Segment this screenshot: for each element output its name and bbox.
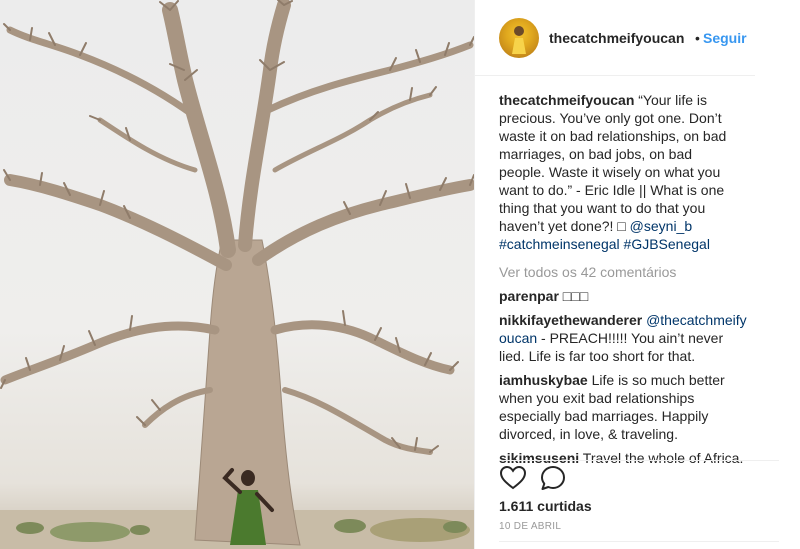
likes-count[interactable]: 1.611 curtidas bbox=[499, 498, 592, 514]
comment-text: when you exit bad relationships bbox=[499, 390, 695, 406]
post-actions bbox=[499, 460, 779, 494]
follow-button[interactable]: Seguir bbox=[703, 30, 747, 46]
comment-mention-link[interactable]: oucan bbox=[499, 330, 537, 346]
heart-icon[interactable] bbox=[499, 464, 527, 492]
avatar-person-icon bbox=[512, 26, 526, 54]
post-sidebar: thecatchmeifyoucan • Seguir thecatchmeif… bbox=[474, 0, 800, 549]
comment-text: divorced, in love, & traveling. bbox=[499, 426, 678, 442]
comment-item: iamhuskybae Life is so much better when … bbox=[499, 371, 765, 443]
post-date[interactable]: 10 DE ABRIL bbox=[499, 521, 561, 532]
comment-text: lied. Life is far too short for that. bbox=[499, 348, 696, 364]
comment-username[interactable]: parenpar bbox=[499, 288, 559, 304]
comment-username[interactable]: iamhuskybae bbox=[499, 372, 588, 388]
post-header: thecatchmeifyoucan • Seguir bbox=[475, 0, 755, 76]
caption-text-line: waste it on bad relationships, on bad bbox=[499, 128, 727, 144]
comment-username[interactable]: nikkifayethewanderer bbox=[499, 312, 642, 328]
header-username[interactable]: thecatchmeifyoucan bbox=[549, 30, 684, 46]
caption-mention-link[interactable]: @seyni_b bbox=[630, 218, 692, 234]
caption-text-line: want to do.” - Eric Idle || What is one bbox=[499, 182, 725, 198]
view-all-comments-link[interactable]: Ver todos os 42 comentários bbox=[499, 263, 765, 281]
comment-text: □□□ bbox=[558, 288, 589, 304]
caption-text-line: precious. You’ve only got one. Don’t bbox=[499, 110, 722, 126]
post-photo[interactable] bbox=[0, 0, 474, 549]
hashtag-link[interactable]: #catchmeinsenegal bbox=[499, 236, 620, 252]
header-separator: • bbox=[695, 30, 700, 46]
caption-text-line: “Your life is bbox=[638, 92, 708, 108]
comment-item: nikkifayethewanderer @thecatchmeify ouca… bbox=[499, 311, 765, 365]
post-caption: thecatchmeifyoucan “Your life is preciou… bbox=[499, 91, 765, 253]
caption-text-line: haven’t yet done?! □ bbox=[499, 218, 630, 234]
caption-text-line: people. Waste it wisely on what you bbox=[499, 164, 721, 180]
comment-text: Life is so much better bbox=[587, 372, 725, 388]
caption-username[interactable]: thecatchmeifyoucan bbox=[499, 92, 634, 108]
caption-text-line: thing that you want to do that you bbox=[499, 200, 706, 216]
comment-item: parenpar □□□ bbox=[499, 287, 765, 305]
hashtag-link[interactable]: #GJBSenegal bbox=[624, 236, 710, 252]
divider bbox=[499, 541, 779, 542]
baobab-tree-illustration bbox=[0, 0, 474, 549]
comment-text: - PREACH!!!!! You ain’t never bbox=[537, 330, 724, 346]
comment-text: especially bad marriages. Happily bbox=[499, 408, 709, 424]
avatar[interactable] bbox=[499, 18, 539, 58]
comment-mention-link[interactable]: @thecatchmeify bbox=[646, 312, 747, 328]
comments-list: thecatchmeifyoucan “Your life is preciou… bbox=[499, 91, 765, 467]
caption-text-line: marriages, on bad jobs, on bad bbox=[499, 146, 693, 162]
comment-bubble-icon[interactable] bbox=[539, 464, 567, 492]
